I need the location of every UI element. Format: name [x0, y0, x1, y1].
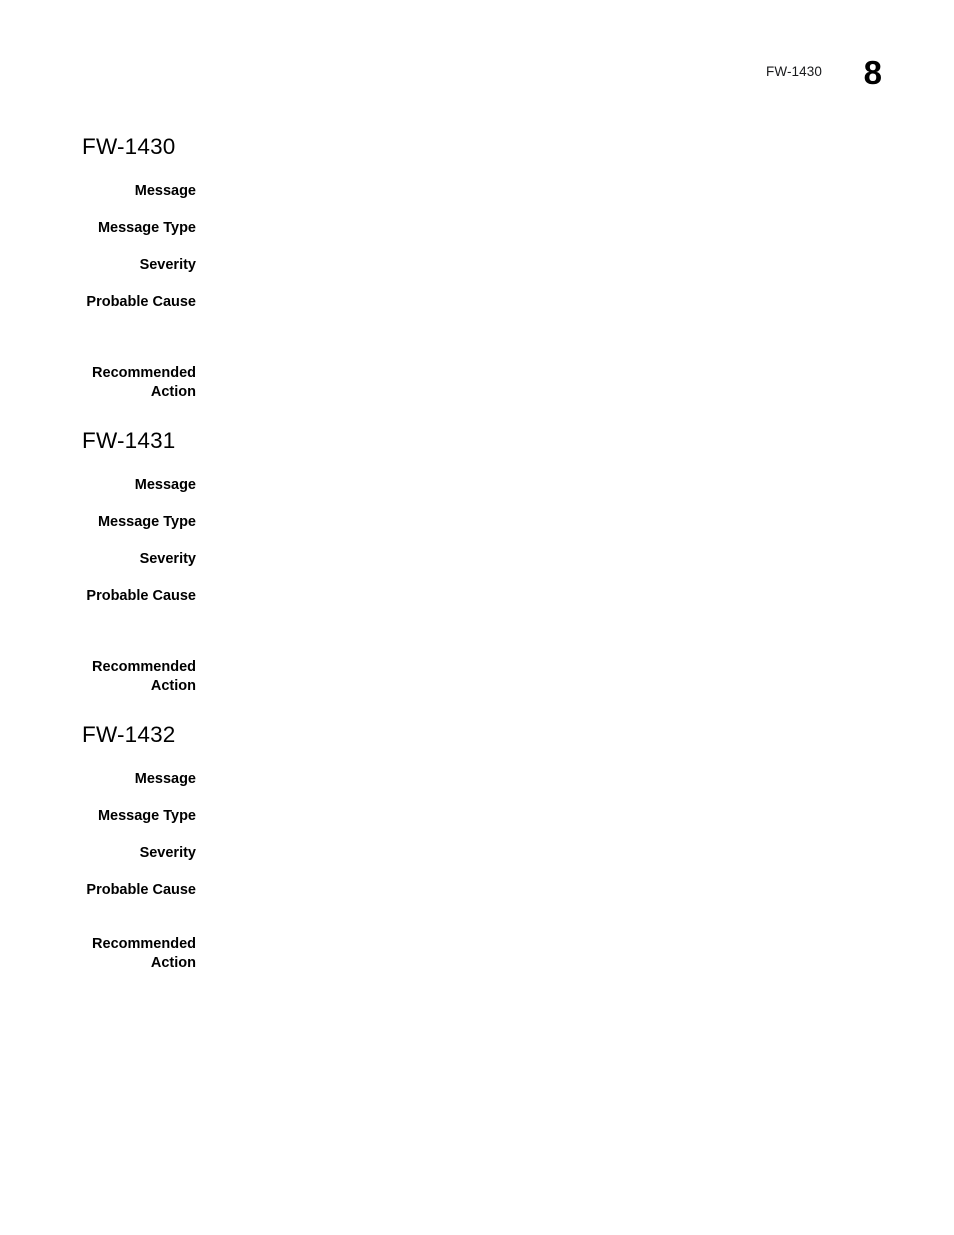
field-label: Message	[134, 771, 196, 787]
field-label: Severity	[139, 257, 196, 273]
field-label: Probable Cause	[86, 882, 196, 898]
field-value	[214, 770, 914, 789]
field-label: Recommended Action	[92, 365, 196, 400]
field-label: Recommended Action	[92, 936, 196, 971]
field-value	[214, 807, 914, 826]
field-value	[214, 881, 914, 900]
field-label: Probable Cause	[86, 588, 196, 604]
section-heading: FW-1432	[82, 722, 176, 747]
field-value	[214, 658, 914, 677]
page-number: 8	[863, 54, 882, 91]
field-label: Severity	[139, 551, 196, 567]
field-label: Message	[134, 477, 196, 493]
field-value	[214, 550, 914, 569]
field-value	[214, 935, 914, 954]
field-value	[214, 587, 914, 606]
field-label: Message Type	[97, 514, 196, 530]
field-label: Severity	[139, 845, 196, 861]
field-label: Message Type	[97, 220, 196, 236]
field-value	[214, 182, 914, 201]
field-value	[214, 219, 914, 238]
page-header: FW-1430 8	[0, 54, 954, 106]
field-value	[214, 476, 914, 495]
document-page: FW-1430 8 FW-1430 Message Message Type Seve…	[0, 0, 954, 1235]
field-label: Recommended Action	[92, 659, 196, 694]
field-label: Message Type	[97, 808, 196, 824]
field-label: Message	[134, 183, 196, 199]
field-value	[214, 256, 914, 275]
running-head-title: FW-1430	[766, 64, 822, 79]
section-heading: FW-1431	[82, 428, 176, 453]
field-value	[214, 364, 914, 383]
field-label: Probable Cause	[86, 294, 196, 310]
field-value	[214, 844, 914, 863]
field-value	[214, 293, 914, 312]
section-heading: FW-1430	[82, 134, 176, 159]
field-value	[214, 513, 914, 532]
